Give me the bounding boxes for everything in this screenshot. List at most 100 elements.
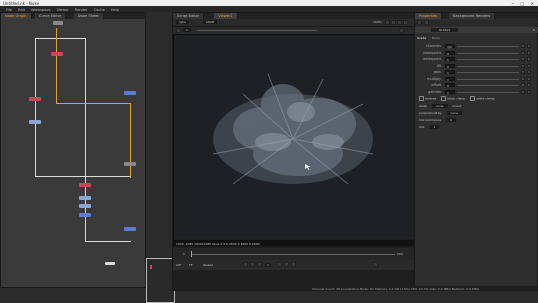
checkbox[interactable] (470, 96, 476, 101)
close-icon[interactable]: ✕ (531, 1, 534, 6)
timeline[interactable]: 1 100 (173, 248, 415, 260)
clear-icon[interactable] (424, 20, 429, 25)
timeline-track[interactable] (191, 254, 395, 255)
checkbox[interactable] (419, 96, 424, 101)
property-slider[interactable] (457, 59, 519, 60)
node-merge[interactable] (124, 91, 136, 95)
property-value-field[interactable]: 1 (445, 89, 455, 95)
playhead[interactable] (191, 251, 192, 257)
property-value-field[interactable]: 0 (445, 63, 455, 69)
node-name-field[interactable]: Grade1 (431, 28, 459, 32)
white-clamp-label: white clamp (476, 96, 495, 101)
unpremult-dropdown[interactable]: none (446, 111, 462, 115)
node-wire-selected (56, 28, 57, 103)
step-back-icon[interactable] (250, 262, 255, 267)
property-slider[interactable] (457, 85, 519, 86)
timecode-mode[interactable]: TF (189, 263, 193, 267)
property-value-field[interactable]: 1 (445, 70, 455, 75)
lock-icon[interactable] (399, 28, 404, 33)
skip-start-icon[interactable] (243, 262, 248, 267)
property-slider[interactable] (457, 46, 519, 47)
refresh-icon[interactable] (397, 20, 402, 25)
colorspace-dropdown[interactable]: sRGB (203, 20, 218, 24)
color-picker-icon[interactable] (521, 76, 525, 81)
minimize-icon[interactable]: ─ (512, 1, 514, 6)
viewer-canvas[interactable] (173, 34, 415, 241)
mask-dropdown[interactable]: none (432, 104, 448, 108)
play-forward-icon[interactable] (277, 262, 282, 267)
node-graph-minimap[interactable] (146, 258, 175, 303)
property-value-field[interactable]: 0 (445, 50, 455, 56)
lock-icon[interactable] (417, 20, 422, 25)
tab[interactable]: Node Graph (1, 13, 32, 19)
mix-luminance-field[interactable]: 0 (446, 118, 457, 122)
node-merge[interactable] (79, 213, 91, 217)
skip-end-icon[interactable] (291, 262, 296, 267)
color-picker-icon[interactable] (521, 89, 525, 94)
tab[interactable]: Properties (415, 13, 443, 19)
zoom-readout[interactable]: 100% (373, 20, 382, 24)
frame-field[interactable]: 1 (183, 28, 191, 32)
property-slider[interactable] (457, 78, 519, 80)
property-slider[interactable] (457, 52, 519, 54)
property-value-field[interactable]: 1 (445, 57, 455, 62)
node-grade[interactable] (51, 52, 63, 56)
playback-range[interactable]: Global (203, 263, 213, 267)
tab[interactable]: Background Renders (449, 13, 496, 19)
color-picker-icon[interactable] (521, 50, 525, 55)
current-frame-field[interactable]: 1 (265, 263, 271, 267)
node-wire (35, 38, 36, 176)
reverse-checkbox[interactable]: reverse black clamp white clamp (419, 96, 495, 101)
close-icon[interactable]: ✕ (532, 28, 535, 32)
window-title: Untitled.nk - Nuke (3, 0, 40, 6)
maximize-icon[interactable]: □ (520, 1, 524, 6)
expand-channels-icon[interactable] (527, 63, 531, 68)
properties-subtab[interactable]: Node (432, 36, 440, 40)
node-blur[interactable] (29, 120, 41, 124)
grid-icon[interactable] (391, 20, 396, 25)
property-value-field[interactable]: 1 (445, 76, 455, 82)
node-grade[interactable] (29, 97, 41, 101)
node-viewer[interactable] (105, 262, 115, 265)
loop-icon[interactable] (373, 262, 378, 267)
property-slider[interactable] (457, 91, 519, 93)
expand-channels-icon[interactable] (527, 76, 531, 81)
timeline-start: 1 (183, 252, 185, 256)
node-blur[interactable] (79, 204, 91, 208)
node-grade[interactable] (79, 183, 91, 187)
property-slider[interactable] (457, 72, 519, 73)
checkbox[interactable] (441, 96, 447, 101)
gain-icon[interactable] (176, 28, 181, 33)
tab[interactable]: Dope Sheet (73, 13, 104, 19)
play-back-icon[interactable] (257, 262, 262, 267)
settings-icon[interactable] (385, 20, 390, 25)
expand-channels-icon[interactable] (527, 44, 531, 48)
viewer-panel: Script Editor Viewer1 rgba sRGB 100% 1 1… (172, 12, 415, 288)
property-value-field[interactable]: 0 (445, 83, 455, 88)
color-picker-icon[interactable] (521, 63, 525, 68)
color-picker-icon[interactable] (521, 70, 525, 74)
color-picker-icon[interactable] (521, 44, 525, 48)
fps-field[interactable]: 24* (176, 263, 181, 267)
properties-subtab[interactable]: Grade (417, 36, 426, 40)
step-forward-icon[interactable] (284, 262, 289, 267)
node-dot[interactable] (124, 162, 136, 166)
info-icon[interactable] (403, 20, 408, 25)
property-value-field[interactable]: rgb (445, 44, 455, 49)
expand-channels-icon[interactable] (527, 83, 531, 87)
node-merge[interactable] (124, 227, 136, 231)
color-picker-icon[interactable] (521, 83, 525, 87)
expand-channels-icon[interactable] (527, 70, 531, 74)
node-read[interactable] (53, 21, 63, 25)
expand-channels-icon[interactable] (527, 57, 531, 61)
channels-dropdown[interactable]: rgba (176, 20, 189, 24)
mix-field[interactable]: 1 (429, 125, 440, 129)
properties-toolbar (415, 20, 538, 26)
color-picker-icon[interactable] (521, 57, 525, 61)
node-blur[interactable] (79, 196, 91, 200)
gain-slider[interactable] (197, 30, 317, 31)
expand-channels-icon[interactable] (527, 89, 531, 94)
expand-channels-icon[interactable] (527, 50, 531, 55)
tab[interactable]: Curve Editor (35, 13, 67, 19)
property-slider[interactable] (457, 65, 519, 67)
